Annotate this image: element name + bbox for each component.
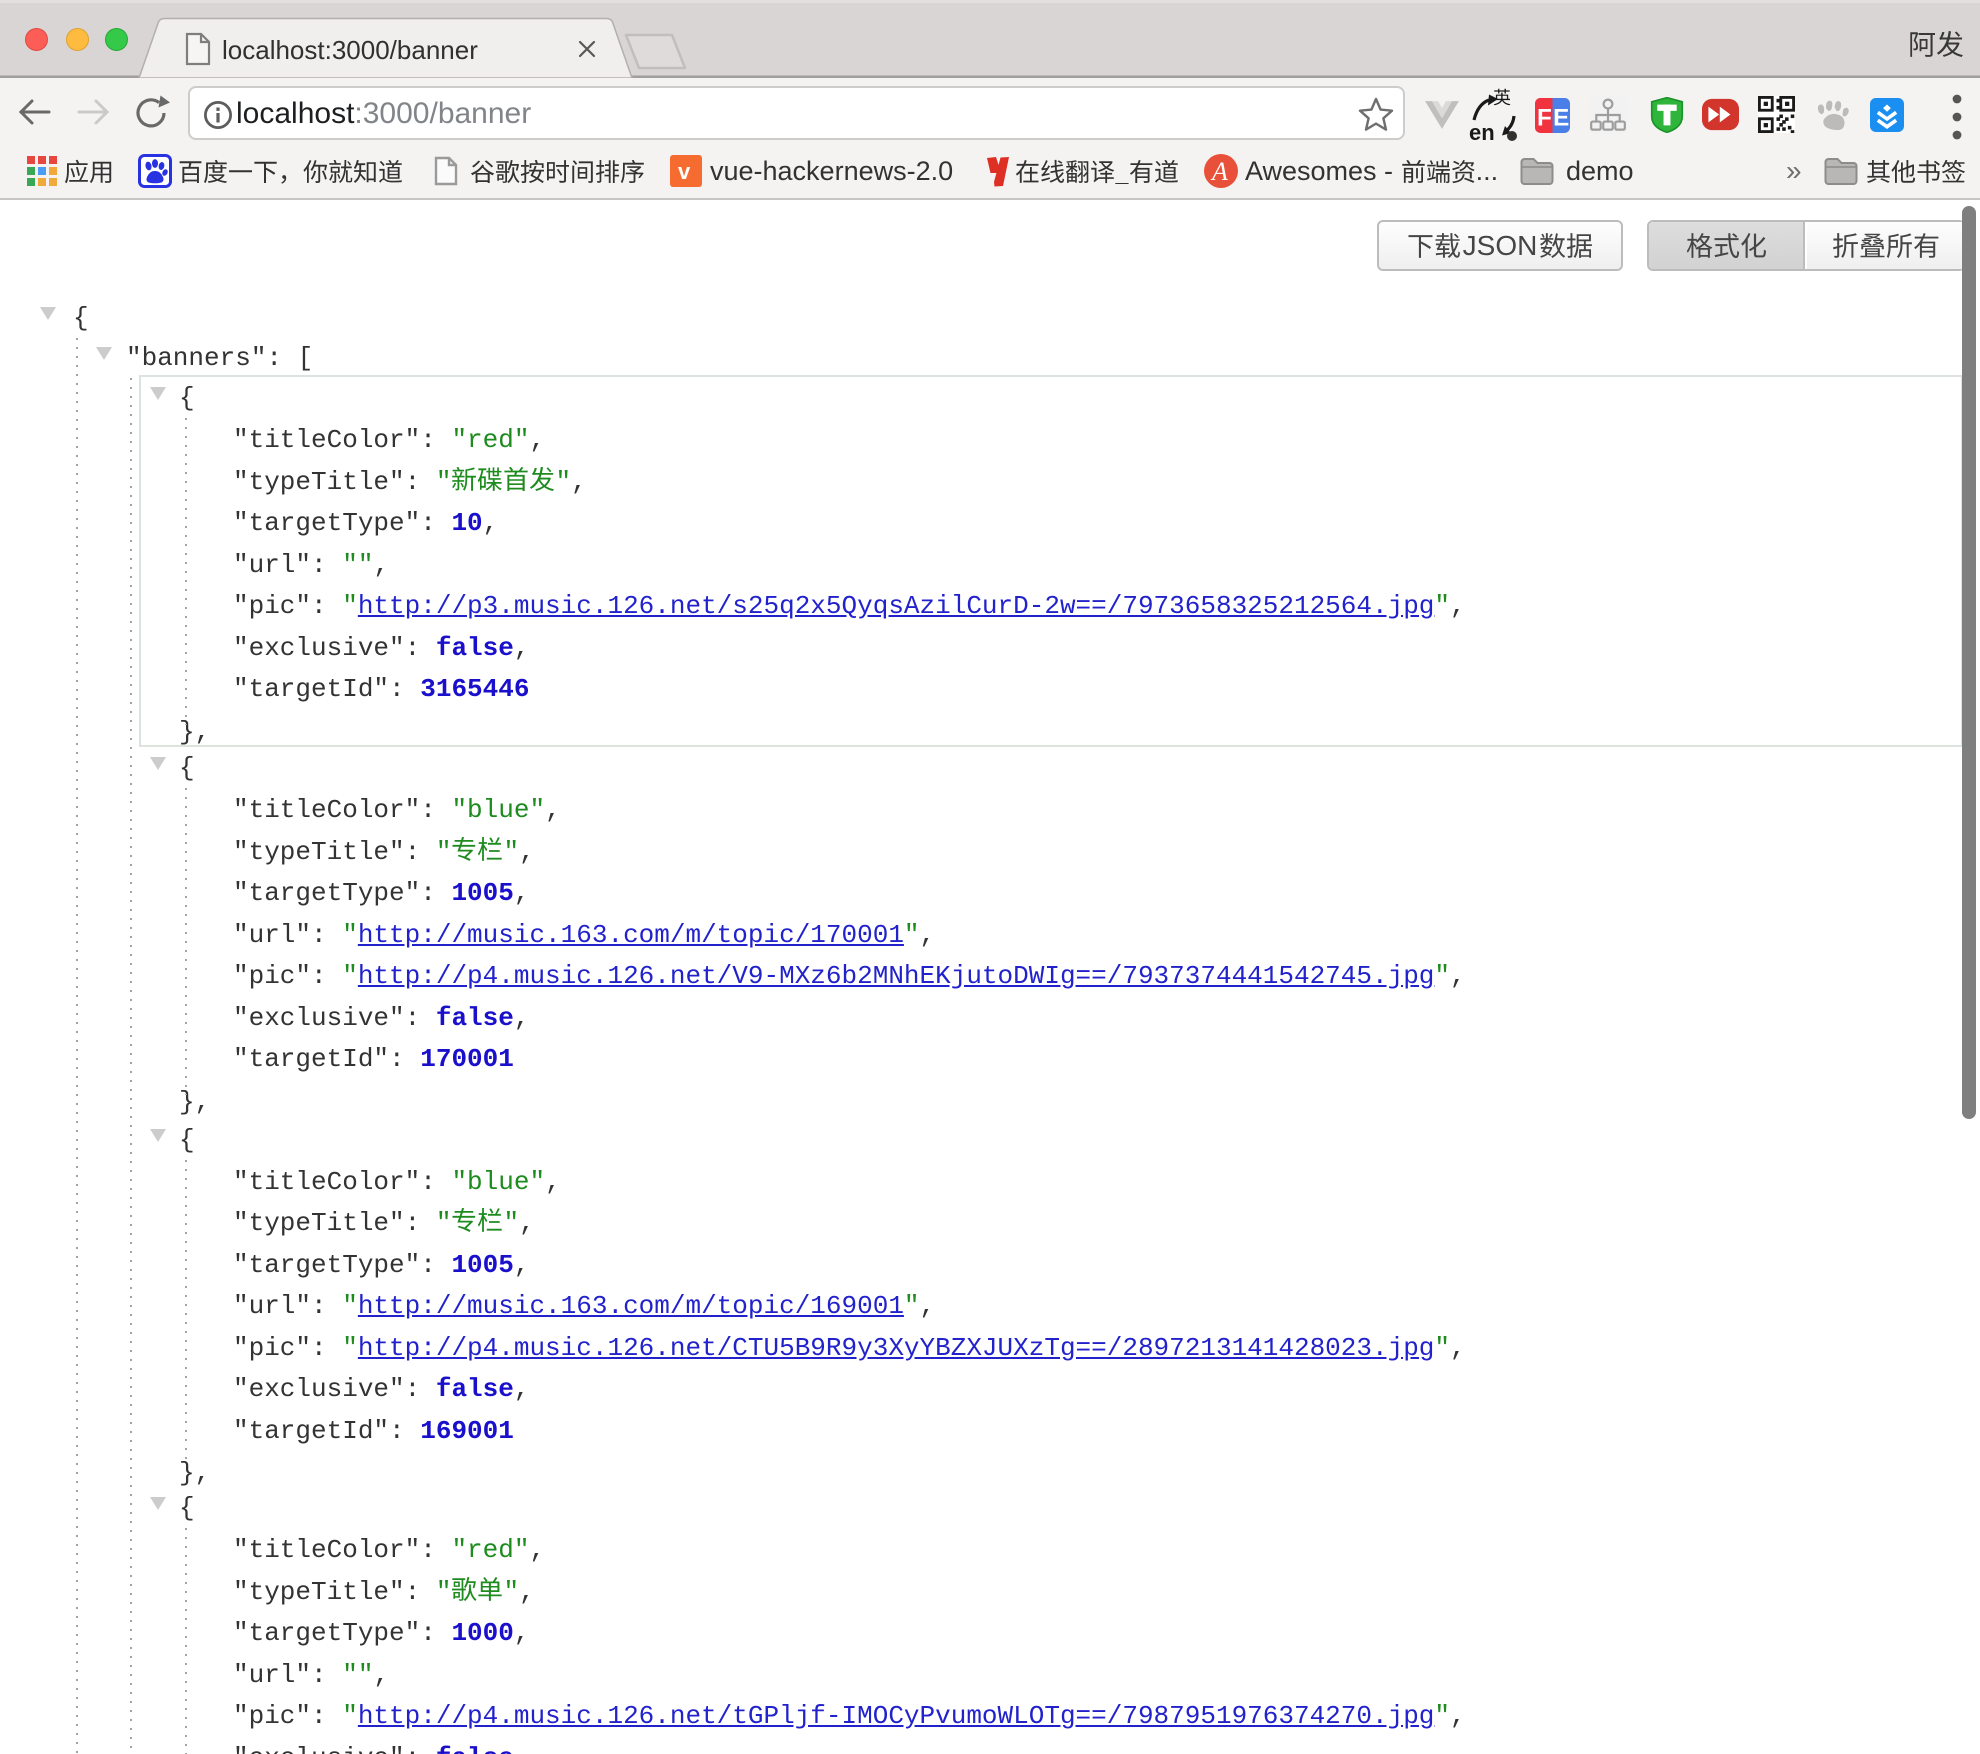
svg-text:E: E — [1553, 105, 1569, 132]
svg-text:en: en — [1469, 120, 1495, 141]
svg-text:F: F — [1537, 105, 1552, 132]
svg-text:A: A — [1210, 157, 1228, 186]
svg-text:v: v — [678, 159, 691, 184]
